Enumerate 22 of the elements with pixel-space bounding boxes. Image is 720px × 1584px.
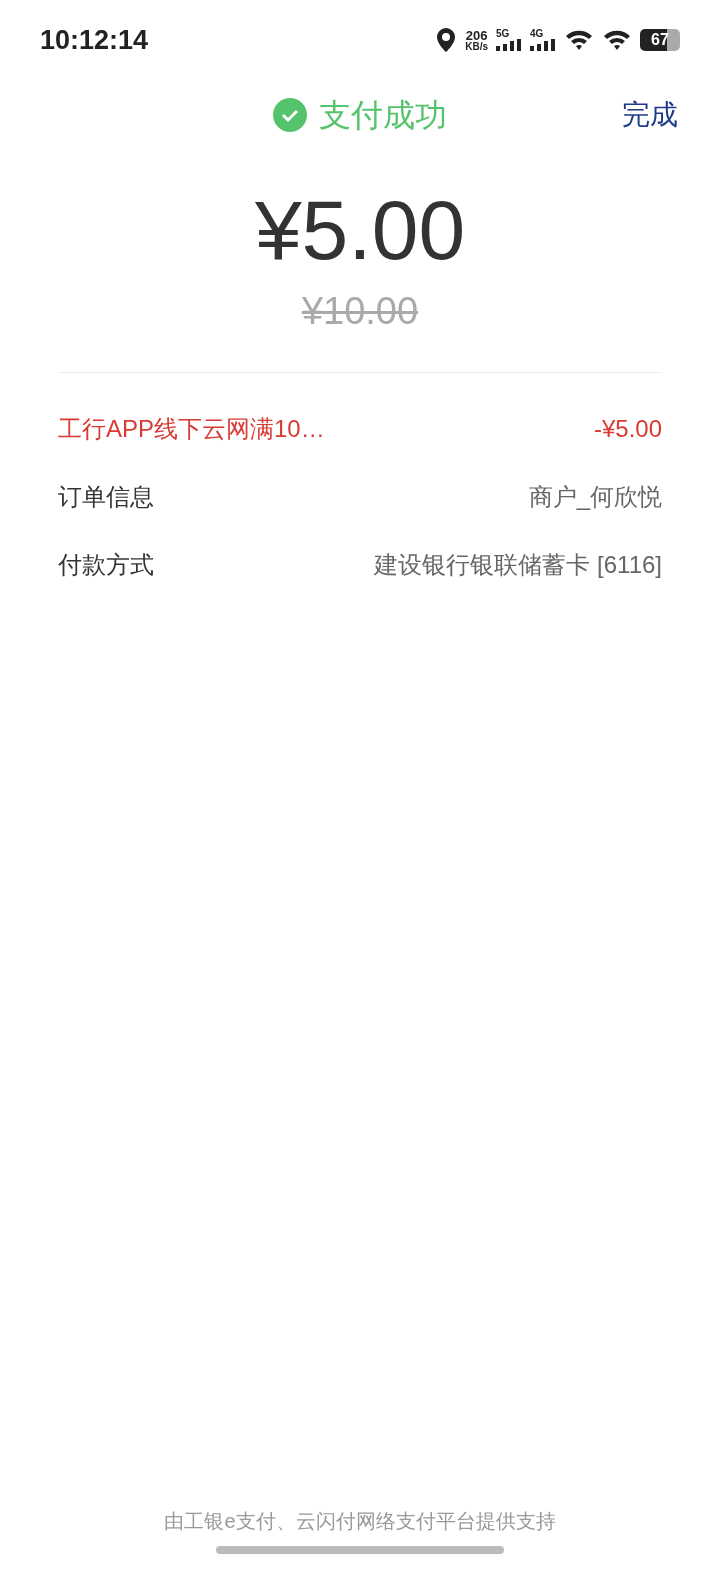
network-speed-unit: KB/s (465, 41, 488, 52)
row-label: 工行APP线下云网满10… (58, 414, 325, 444)
network-type: 4G (530, 29, 544, 39)
location-icon (435, 27, 458, 53)
network-type: 5G (496, 29, 510, 39)
row-value: 建设银行银联储蓄卡 [6116] (374, 550, 662, 580)
row-value: 商户_何欣悦 (528, 482, 662, 512)
wifi-icon (602, 28, 632, 52)
paid-amount: ¥5.00 (254, 188, 466, 272)
original-amount: ¥10.00 (301, 292, 419, 330)
network-speed: 206 (465, 28, 488, 42)
signal-icon (496, 39, 522, 51)
row-value: -¥5.00 (593, 414, 662, 444)
wifi-icon (564, 28, 594, 52)
done-button[interactable]: 完成 (622, 94, 678, 136)
row-label: 付款方式 (58, 550, 154, 580)
page-title: 支付成功 (319, 96, 447, 135)
row-label: 订单信息 (58, 482, 154, 512)
signal-icon (530, 39, 556, 51)
status-time: 10:12:14 (40, 23, 149, 57)
success-check-icon (273, 98, 307, 132)
footer-note: 由工银e支付、云闪付网络支付平台提供支持 (164, 1509, 556, 1534)
